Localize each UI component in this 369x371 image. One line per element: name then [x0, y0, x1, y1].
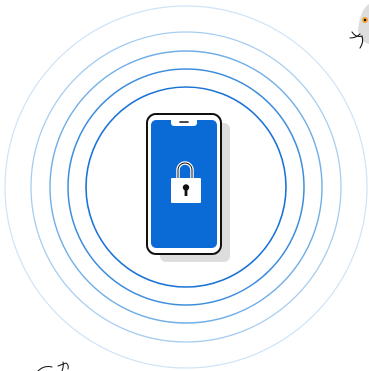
phone-lock-illustration — [4, 4, 369, 371]
cartoon-peeking-character-icon — [349, 4, 369, 49]
scribble-doodle-icon — [37, 361, 69, 371]
character-head — [358, 4, 369, 44]
character-pupil — [363, 18, 367, 22]
keyhole-slot — [184, 188, 188, 196]
phone-notch — [171, 120, 197, 126]
